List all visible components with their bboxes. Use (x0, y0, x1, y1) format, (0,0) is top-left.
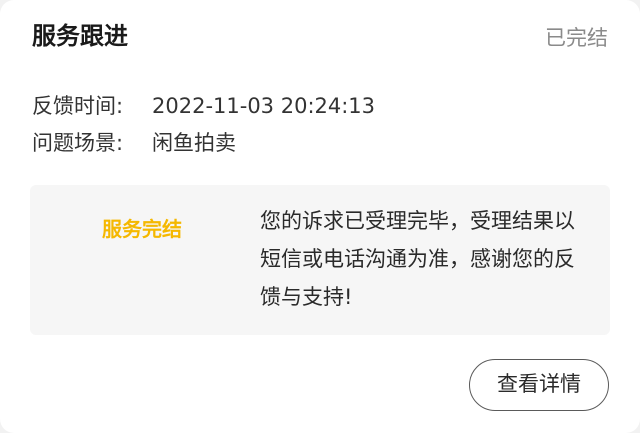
service-complete-tag: 服务完结 (102, 217, 182, 241)
feedback-time-label: 反馈时间: (32, 94, 124, 118)
card-title: 服务跟进 (32, 22, 128, 50)
status-badge: 已完结 (545, 26, 608, 50)
result-message: 您的诉求已受理完毕，受理结果以短信或电话沟通为准，感谢您的反馈与支持! (260, 209, 575, 309)
view-details-button[interactable]: 查看详情 (469, 359, 609, 411)
feedback-time-row: 反馈时间: 2022-11-03 20:24:13 (32, 90, 375, 122)
problem-scene-label: 问题场景: (32, 131, 124, 155)
result-panel: 服务完结 您的诉求已受理完毕，受理结果以短信或电话沟通为准，感谢您的反馈与支持! (30, 185, 610, 335)
problem-scene-value: 闲鱼拍卖 (152, 131, 236, 155)
service-followup-card: 服务跟进 已完结 反馈时间: 2022-11-03 20:24:13 问题场景: 闲… (0, 0, 640, 433)
problem-scene-row: 问题场景: 闲鱼拍卖 (32, 127, 236, 159)
feedback-time-value: 2022-11-03 20:24:13 (152, 94, 376, 118)
